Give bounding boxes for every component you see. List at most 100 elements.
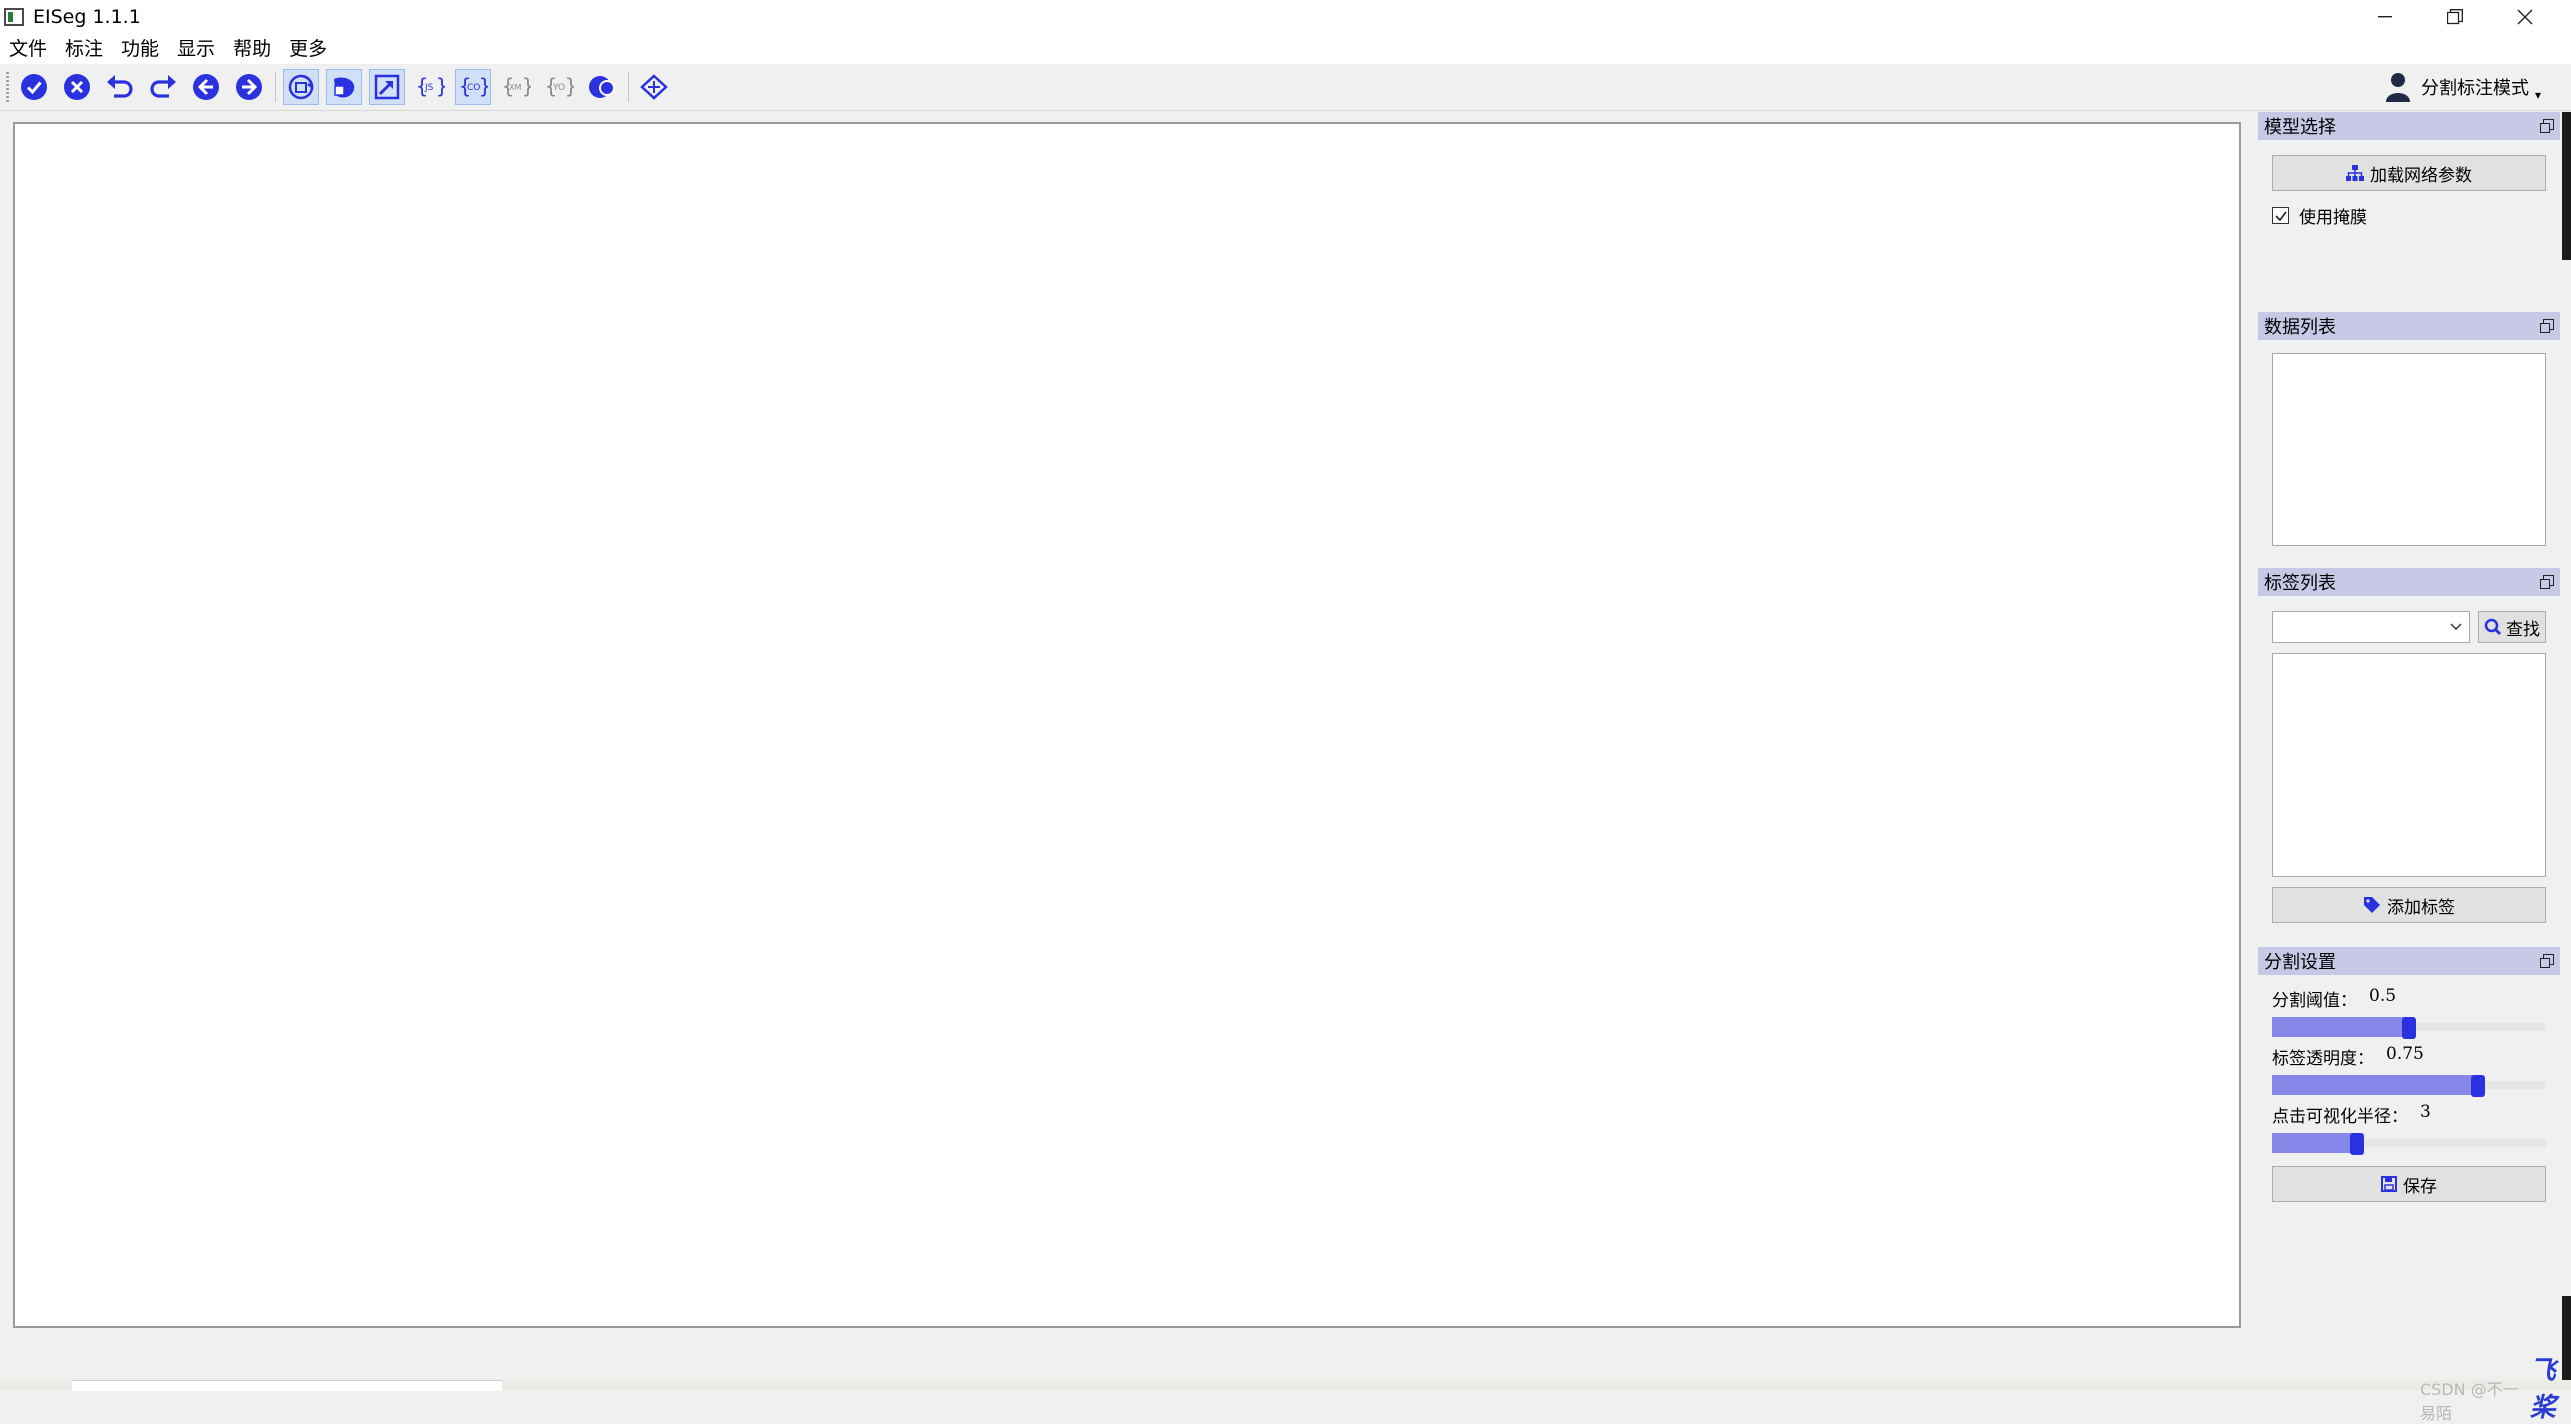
float-icon[interactable] <box>2540 319 2554 333</box>
svg-text:}: } <box>565 74 574 98</box>
menu-function[interactable]: 功能 <box>112 34 168 64</box>
auto-save-toggle[interactable] <box>283 69 319 105</box>
watermark: CSDN @不一易陌 飞桨 <box>2420 1350 2571 1424</box>
bottom-tab[interactable] <box>72 1380 502 1391</box>
redo-button[interactable] <box>145 69 181 105</box>
menu-annotate[interactable]: 标注 <box>56 34 112 64</box>
threshold-slider[interactable] <box>2272 1017 2546 1039</box>
sitemap-icon <box>2346 165 2364 181</box>
float-icon[interactable] <box>2540 954 2554 968</box>
slider-handle[interactable] <box>2349 1133 2364 1155</box>
save-xml-toggle[interactable]: { XM } <box>498 69 534 105</box>
float-icon[interactable] <box>2540 575 2554 589</box>
radius-row: 点击可视化半径： 3 <box>2272 1102 2431 1127</box>
auto-save-icon <box>288 74 314 100</box>
minimize-button[interactable] <box>2350 0 2420 34</box>
undo-icon <box>107 75 133 98</box>
opacity-row: 标签透明度： 0.75 <box>2272 1044 2424 1069</box>
toolbar-separator <box>275 72 276 102</box>
chevron-down-icon: ▾ <box>2534 88 2541 102</box>
opacity-value: 0.75 <box>2386 1044 2424 1064</box>
save-mask-icon <box>334 77 355 98</box>
load-model-label: 加载网络参数 <box>2370 165 2472 186</box>
save-yolo-toggle[interactable]: { YO } <box>541 69 577 105</box>
label-search-button-label: 查找 <box>2506 619 2540 640</box>
finish-button[interactable] <box>16 69 52 105</box>
threshold-label: 分割阈值： <box>2272 991 2357 1011</box>
model-dock-header[interactable]: 模型选择 <box>2258 112 2560 140</box>
label-search-combo[interactable] <box>2272 611 2470 643</box>
minimize-icon <box>2378 16 2392 18</box>
svg-text:}: } <box>436 74 445 98</box>
save-mask-toggle[interactable] <box>326 69 362 105</box>
save-label-toggle[interactable] <box>369 69 405 105</box>
save-json-toggle[interactable]: { JS } <box>412 69 448 105</box>
undo-button[interactable] <box>102 69 138 105</box>
save-yolo-icon: { YO } <box>545 74 574 98</box>
app-icon <box>4 8 24 26</box>
paddle-logo: 飞桨 <box>2529 1356 2556 1423</box>
add-label-button[interactable]: 添加标签 <box>2272 887 2546 923</box>
slider-fill <box>2272 1075 2478 1095</box>
save-xml-icon: { XM } <box>502 74 531 98</box>
menu-bar: 文件 标注 功能 显示 帮助 更多 <box>0 34 2571 64</box>
checkbox-box[interactable] <box>2272 207 2289 224</box>
use-mask-checkbox[interactable]: 使用掩膜 <box>2272 203 2367 228</box>
check-circle-icon <box>21 74 47 100</box>
previous-image-button[interactable] <box>188 69 224 105</box>
save-settings-button[interactable]: 保存 <box>2272 1166 2546 1202</box>
floppy-icon <box>2381 1176 2397 1192</box>
search-icon <box>2484 618 2502 636</box>
close-button[interactable] <box>2490 0 2560 34</box>
toolbar-grip[interactable] <box>6 72 9 102</box>
mode-switch[interactable]: 分割标注模式 ▾ <box>2385 69 2541 105</box>
radius-label: 点击可视化半径： <box>2272 1107 2408 1127</box>
opacity-slider[interactable] <box>2272 1075 2546 1097</box>
use-mask-label: 使用掩膜 <box>2299 208 2367 228</box>
svg-text:XM: XM <box>509 83 521 92</box>
menu-file[interactable]: 文件 <box>0 34 56 64</box>
toolbar-separator <box>628 72 629 102</box>
next-image-button[interactable] <box>231 69 267 105</box>
chevron-down-icon <box>2450 623 2462 631</box>
watermark-csdn: CSDN @不一易陌 <box>2420 1380 2519 1423</box>
title-bar: EISeg 1.1.1 <box>0 0 2571 34</box>
clear-button[interactable] <box>59 69 95 105</box>
restore-button[interactable] <box>2420 0 2490 34</box>
svg-text:JS: JS <box>424 83 434 93</box>
grid-label-button[interactable] <box>636 69 672 105</box>
mode-label: 分割标注模式 <box>2420 78 2529 99</box>
menu-help[interactable]: 帮助 <box>224 34 280 64</box>
menu-more[interactable]: 更多 <box>280 34 336 64</box>
use-last-model-button[interactable] <box>584 69 620 105</box>
seg-settings-dock-header[interactable]: 分割设置 <box>2258 947 2560 975</box>
load-model-button[interactable]: 加载网络参数 <box>2272 155 2546 191</box>
threshold-value: 0.5 <box>2369 986 2397 1006</box>
slider-handle[interactable] <box>2470 1075 2485 1097</box>
dock-scrollbar[interactable] <box>2562 112 2571 260</box>
svg-text:YO: YO <box>552 83 565 93</box>
add-label-label: 添加标签 <box>2387 897 2455 918</box>
svg-text:}: } <box>479 74 488 98</box>
float-icon[interactable] <box>2540 119 2554 133</box>
label-list[interactable] <box>2272 653 2546 877</box>
radius-slider[interactable] <box>2272 1133 2546 1155</box>
label-list-dock-header[interactable]: 标签列表 <box>2258 568 2560 596</box>
seg-settings-dock-title: 分割设置 <box>2264 952 2336 973</box>
menu-display[interactable]: 显示 <box>168 34 224 64</box>
label-search-button[interactable]: 查找 <box>2478 611 2546 643</box>
save-coco-icon: { CO } <box>459 74 488 98</box>
data-list-dock-header[interactable]: 数据列表 <box>2258 312 2560 340</box>
model-dock-title: 模型选择 <box>2264 117 2336 138</box>
slider-fill <box>2272 1017 2409 1037</box>
user-icon <box>2385 73 2410 102</box>
data-list[interactable] <box>2272 353 2546 546</box>
window-title: EISeg 1.1.1 <box>33 6 141 28</box>
toolbar: { JS } { CO } { XM } { YO } <box>0 64 2571 111</box>
label-list-dock-title: 标签列表 <box>2264 573 2336 594</box>
slider-handle[interactable] <box>2402 1017 2416 1039</box>
image-canvas[interactable] <box>13 122 2241 1328</box>
save-coco-toggle[interactable]: { CO } <box>455 69 491 105</box>
radius-value: 3 <box>2420 1102 2431 1122</box>
grid-label-icon <box>640 74 668 100</box>
